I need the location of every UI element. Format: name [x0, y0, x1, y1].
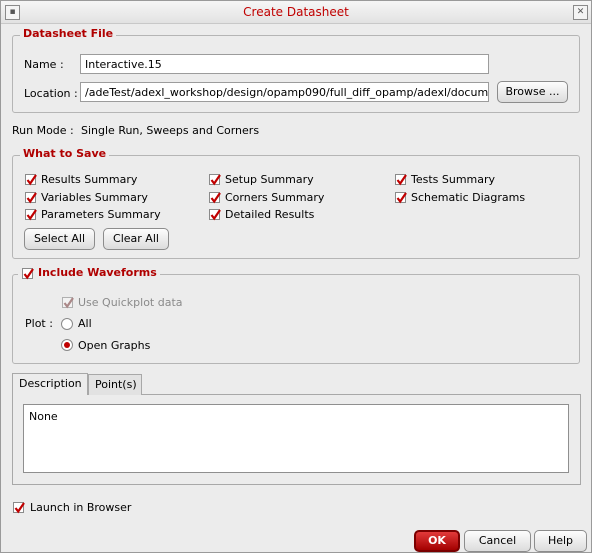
plot-open-graphs-label: Open Graphs — [78, 339, 151, 352]
use-quickplot-checkbox[interactable] — [62, 297, 74, 309]
radio-selected-dot — [64, 342, 70, 348]
include-waveforms-legend: Include Waveforms — [35, 266, 160, 279]
results-summary-checkbox[interactable] — [25, 174, 37, 186]
schematic-diagrams-checkbox[interactable] — [395, 192, 407, 204]
launch-browser-checkbox[interactable] — [13, 502, 25, 514]
location-input[interactable]: /adeTest/adexl_workshop/design/opamp090/… — [80, 82, 489, 102]
plot-all-label: All — [78, 317, 92, 330]
cancel-button[interactable]: Cancel — [464, 530, 531, 552]
variables-summary-checkbox[interactable] — [25, 192, 37, 204]
corners-summary-label: Corners Summary — [225, 191, 325, 204]
description-textarea[interactable]: None — [23, 404, 569, 473]
variables-summary-label: Variables Summary — [41, 191, 148, 204]
parameters-summary-checkbox[interactable] — [25, 209, 37, 221]
setup-summary-label: Setup Summary — [225, 173, 314, 186]
corners-summary-checkbox[interactable] — [209, 192, 221, 204]
title-bar[interactable]: ▪ Create Datasheet ✕ — [1, 1, 591, 24]
parameters-summary-label: Parameters Summary — [41, 208, 161, 221]
setup-summary-checkbox[interactable] — [209, 174, 221, 186]
create-datasheet-dialog: ▪ Create Datasheet ✕ Datasheet File Name… — [0, 0, 592, 553]
plot-all-radio[interactable] — [61, 318, 73, 330]
help-button[interactable]: Help — [534, 530, 587, 552]
name-label: Name : — [24, 58, 64, 71]
schematic-diagrams-label: Schematic Diagrams — [411, 191, 526, 204]
what-to-save-legend: What to Save — [20, 147, 110, 160]
tab-description[interactable]: Description — [12, 373, 88, 395]
name-input[interactable]: Interactive.15 — [80, 54, 489, 74]
what-to-save-group — [12, 155, 580, 259]
tests-summary-label: Tests Summary — [411, 173, 496, 186]
tab-points[interactable]: Point(s) — [88, 374, 142, 395]
detailed-results-label: Detailed Results — [225, 208, 315, 221]
browse-button[interactable]: Browse ... — [497, 81, 568, 103]
ok-button[interactable]: OK — [414, 530, 460, 552]
launch-browser-label: Launch in Browser — [30, 501, 132, 514]
include-waveforms-checkbox[interactable] — [22, 268, 34, 280]
close-icon[interactable]: ✕ — [573, 5, 588, 20]
run-mode-label: Run Mode : — [12, 124, 74, 137]
detailed-results-checkbox[interactable] — [209, 209, 221, 221]
run-mode-value: Single Run, Sweeps and Corners — [81, 124, 260, 137]
results-summary-label: Results Summary — [41, 173, 138, 186]
select-all-button[interactable]: Select All — [24, 228, 95, 250]
tests-summary-checkbox[interactable] — [395, 174, 407, 186]
window-title: Create Datasheet — [243, 5, 349, 19]
plot-label: Plot : — [25, 317, 53, 330]
clear-all-button[interactable]: Clear All — [103, 228, 169, 250]
datasheet-file-legend: Datasheet File — [20, 27, 117, 40]
use-quickplot-label: Use Quickplot data — [78, 296, 183, 309]
location-label: Location : — [24, 87, 78, 100]
plot-open-graphs-radio[interactable] — [61, 339, 73, 351]
